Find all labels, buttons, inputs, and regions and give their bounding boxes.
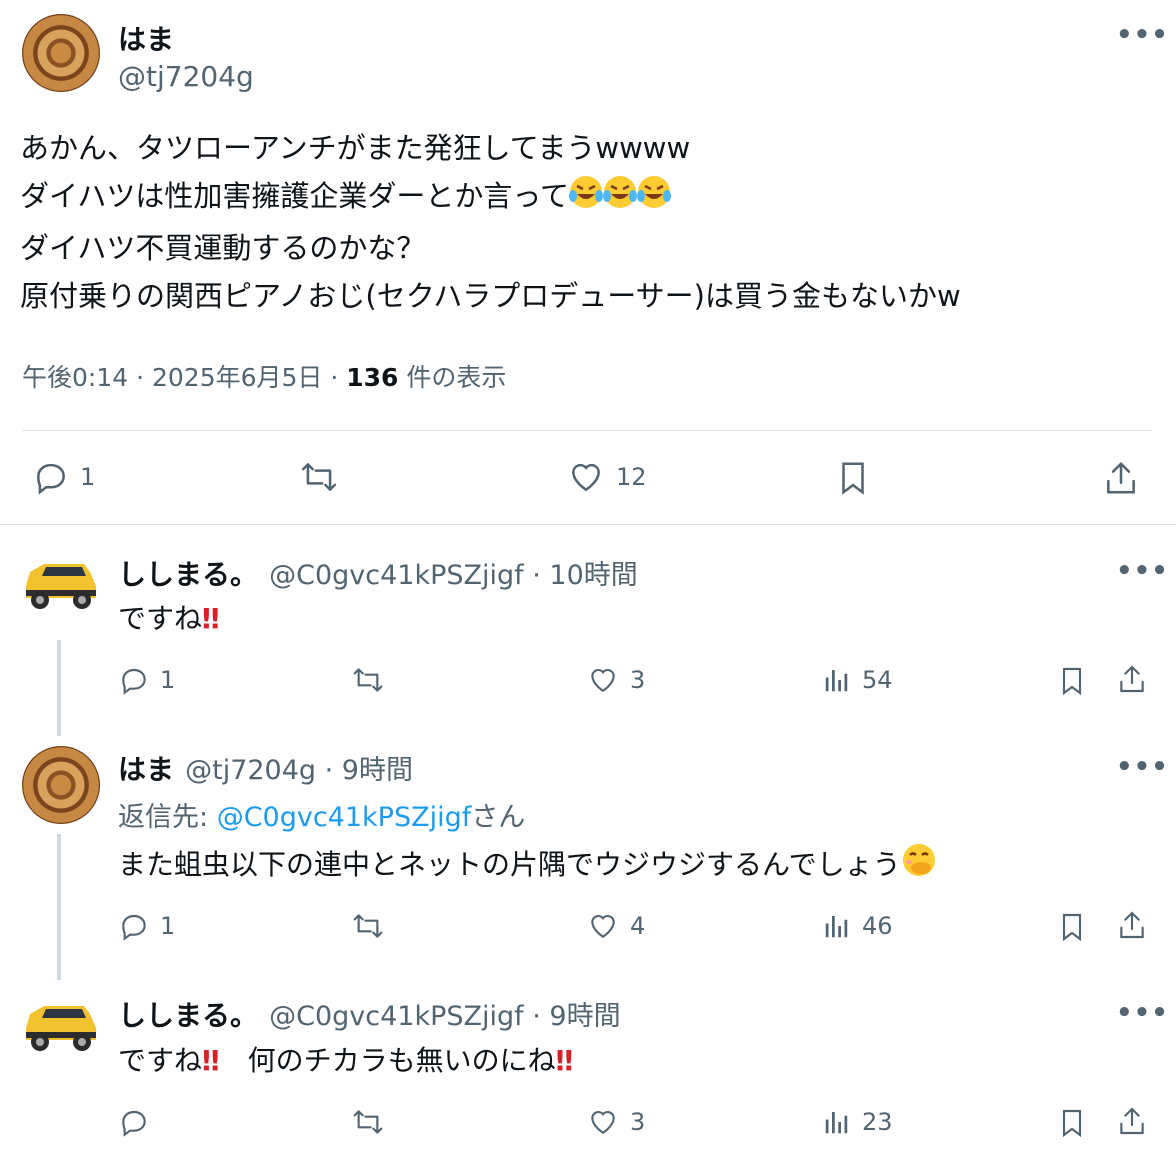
reply-button[interactable]: 1	[118, 910, 175, 942]
share-icon	[1116, 908, 1148, 942]
reply-icon	[118, 910, 150, 942]
reply-text: ですね‼	[118, 602, 220, 635]
bookmark-icon	[1056, 664, 1088, 698]
avatar[interactable]	[18, 992, 102, 1056]
reply-header: ししまる。 @C0gvc41kPSZjigf · 9時間	[118, 994, 621, 1034]
reply-button[interactable]: 1	[32, 458, 95, 496]
retweet-button[interactable]	[350, 1106, 386, 1138]
tweet-line: ダイハツ不買運動するのかな？	[20, 231, 426, 265]
retweet-icon	[298, 458, 340, 496]
thread-line	[57, 640, 61, 736]
avatar[interactable]	[22, 14, 100, 92]
thread-line	[57, 834, 61, 980]
like-count: 4	[630, 912, 646, 940]
share-icon	[1116, 1104, 1148, 1138]
share-icon	[1116, 662, 1148, 696]
laugh-cry-emoji	[568, 174, 671, 224]
heart-icon	[566, 458, 606, 496]
analytics-icon	[822, 910, 852, 942]
replying-to: 返信先: @C0gvc41kPSZjigfさん	[118, 802, 526, 833]
heart-icon	[586, 1106, 620, 1138]
mention-link[interactable]: @C0gvc41kPSZjigf	[217, 802, 472, 833]
reply-icon	[118, 1106, 150, 1138]
reply-count: 1	[160, 666, 176, 694]
bookmark-button[interactable]	[1056, 910, 1088, 944]
yellow-suv-icon	[18, 550, 102, 614]
bookmark-icon	[1056, 910, 1088, 944]
divider	[0, 524, 1176, 525]
views-count: 23	[862, 1108, 893, 1136]
like-count: 3	[630, 1108, 646, 1136]
author-name[interactable]: はま	[118, 753, 174, 786]
like-button[interactable]: 4	[586, 910, 645, 942]
views-count: 46	[862, 912, 893, 940]
author-handle[interactable]: @tj7204g	[118, 60, 254, 93]
author-name[interactable]: ししまる。	[118, 999, 258, 1032]
tweet-line: 原付乗りの関西ピアノおじ(セクハラプロデューサー)は買う金もないかw	[20, 279, 961, 313]
retweet-button[interactable]	[350, 910, 386, 942]
analytics-icon	[822, 664, 852, 696]
analytics-icon	[822, 1106, 852, 1138]
views-count: 54	[862, 666, 893, 694]
more-options-icon[interactable]: •••	[1116, 998, 1169, 1028]
bookmark-button[interactable]	[834, 458, 872, 498]
tweet-line: あかん、タツローアンチがまた発狂してまうwwww	[20, 131, 691, 165]
heart-icon	[586, 664, 620, 696]
share-icon	[1102, 458, 1140, 498]
share-button[interactable]	[1116, 908, 1148, 942]
more-options-icon[interactable]: •••	[1116, 20, 1169, 50]
reply-icon	[32, 458, 70, 496]
reply-text: また蛆虫以下の連中とネットの片隅でウジウジするんでしょう	[118, 842, 937, 885]
bookmark-button[interactable]	[1056, 664, 1088, 698]
bookmark-icon	[834, 458, 872, 498]
reply-count: 1	[80, 463, 96, 491]
reply-text: ですね‼ 何のチカラも無いのにね‼	[118, 1044, 574, 1077]
double-exclamation-emoji: ‼	[202, 1044, 220, 1077]
author-name[interactable]: はま	[118, 18, 174, 58]
share-button[interactable]	[1116, 1104, 1148, 1138]
bookmark-button[interactable]	[1056, 1106, 1088, 1140]
divider	[22, 430, 1152, 431]
like-button[interactable]: 12	[566, 458, 647, 496]
author-meta[interactable]: @tj7204g · 9時間	[185, 755, 413, 786]
author-meta[interactable]: @C0gvc41kPSZjigf · 9時間	[269, 1001, 620, 1032]
share-button[interactable]	[1102, 458, 1140, 498]
hand-over-mouth-emoji	[901, 842, 937, 885]
avatar[interactable]	[18, 550, 102, 614]
views-button[interactable]: 46	[822, 910, 893, 942]
more-options-icon[interactable]: •••	[1116, 556, 1169, 586]
retweet-button[interactable]	[350, 664, 386, 696]
reply-icon	[118, 664, 150, 696]
like-count: 12	[616, 463, 647, 491]
retweet-icon	[350, 1106, 386, 1138]
reply-button[interactable]: 1	[118, 664, 175, 696]
double-exclamation-emoji: ‼	[202, 602, 220, 635]
double-exclamation-emoji: ‼	[555, 1044, 574, 1077]
like-button[interactable]: 3	[586, 664, 645, 696]
reply-button[interactable]	[118, 1106, 160, 1138]
retweet-icon	[350, 664, 386, 696]
share-button[interactable]	[1116, 662, 1148, 696]
tweet-line: ダイハツは性加害擁護企業ダーとか言って	[20, 172, 961, 224]
author-meta[interactable]: @C0gvc41kPSZjigf · 10時間	[269, 560, 638, 591]
more-options-icon[interactable]: •••	[1116, 752, 1169, 782]
retweet-button[interactable]	[298, 458, 340, 496]
reply-count: 1	[160, 912, 176, 940]
tweet-timestamp[interactable]: 午後0:14 · 2025年6月5日 · 136 件の表示	[22, 358, 506, 394]
yellow-suv-icon	[18, 992, 102, 1056]
tweet-text: あかん、タツローアンチがまた発狂してまうwwww ダイハツは性加害擁護企業ダーと…	[20, 124, 961, 320]
heart-icon	[586, 910, 620, 942]
reply-header: ししまる。 @C0gvc41kPSZjigf · 10時間	[118, 553, 638, 593]
author-name[interactable]: ししまる。	[118, 558, 258, 591]
retweet-icon	[350, 910, 386, 942]
views-count: 136	[346, 363, 399, 392]
bookmark-icon	[1056, 1106, 1088, 1140]
views-button[interactable]: 23	[822, 1106, 893, 1138]
reply-header: はま @tj7204g · 9時間	[118, 748, 413, 788]
like-button[interactable]: 3	[586, 1106, 645, 1138]
avatar[interactable]	[22, 746, 100, 824]
views-button[interactable]: 54	[822, 664, 893, 696]
like-count: 3	[630, 666, 646, 694]
